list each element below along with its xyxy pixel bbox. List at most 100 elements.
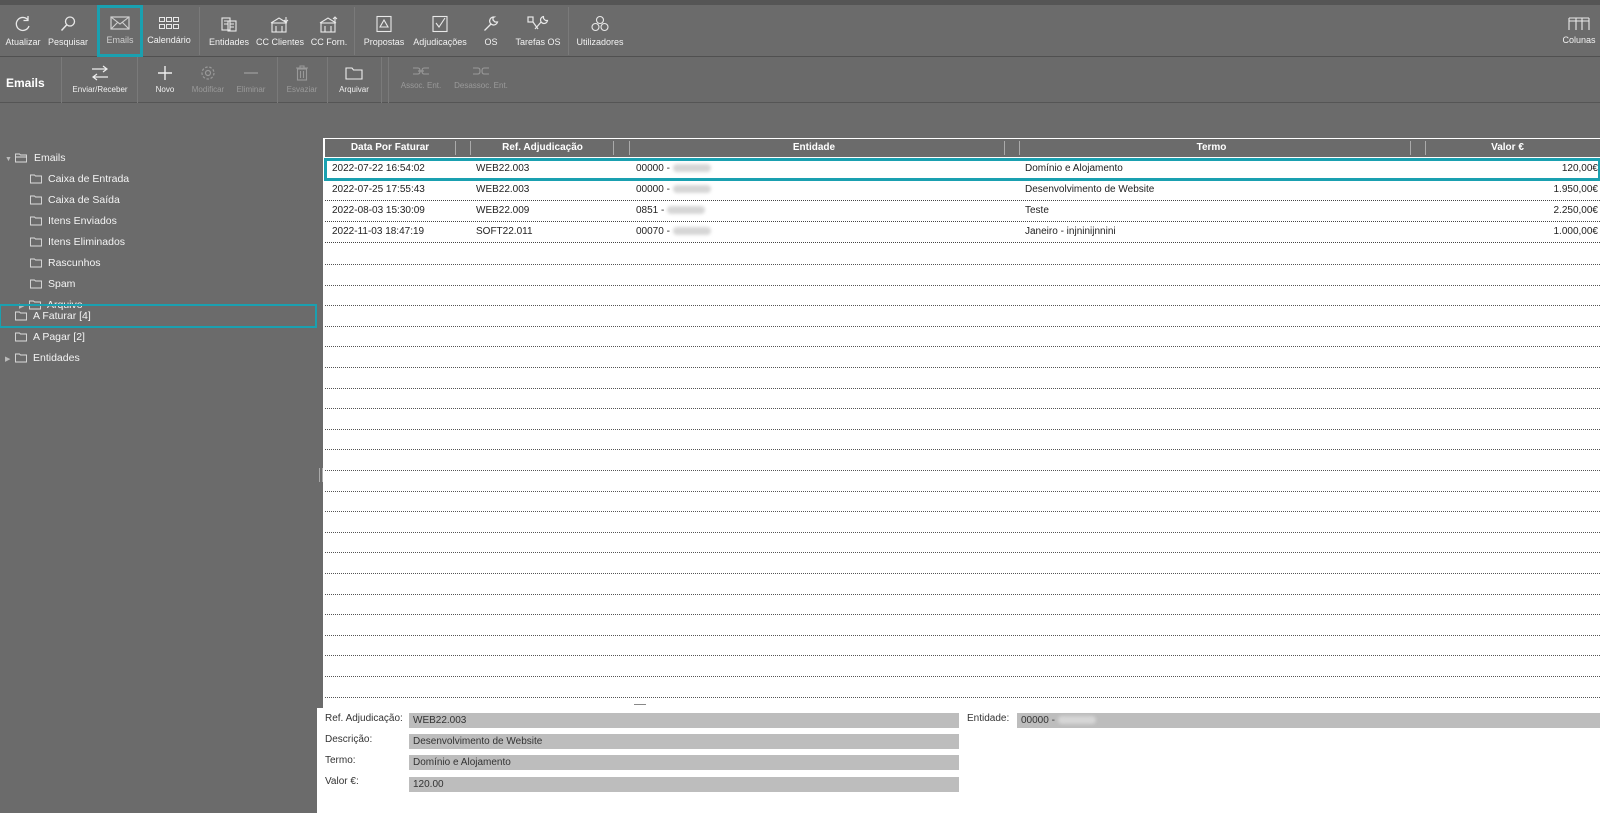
folder-icon [15,332,27,342]
toolbar-cc-suppliers-button[interactable]: CC Forn. [309,5,349,57]
column-header-ref[interactable]: Ref. Adjudicação [470,139,615,157]
entity-field-code: 00000 - [1021,715,1055,726]
column-divider[interactable] [1410,141,1411,155]
toolbar-columns-button[interactable]: Colunas [1561,5,1597,57]
toolbar-adjudications-button[interactable]: Adjudicações [412,5,468,57]
column-header-value[interactable]: Valor € [1425,139,1590,157]
plus-icon [158,66,172,80]
wrench-icon [484,16,499,31]
table-row[interactable]: 2022-07-22 16:54:02 WEB22.003 00000 - Do… [324,158,1600,181]
table-row[interactable]: 2022-11-03 18:47:19 SOFT22.011 00070 - J… [325,222,1600,243]
table-row[interactable]: 2022-08-03 15:30:09 WEB22.009 0851 - Tes… [325,201,1600,222]
tree-item-to-invoice[interactable]: A Faturar [4] [0,304,317,328]
grid-line [325,614,1600,615]
tree-item-emails[interactable]: ▼ Emails [5,148,66,168]
column-header-term[interactable]: Termo [1019,139,1404,157]
toolbar-users-button[interactable]: Utilizadores [576,5,624,57]
column-divider[interactable] [613,141,614,155]
column-header-date[interactable]: Data Por Faturar [325,139,455,157]
grid-line [325,326,1600,327]
tree-item-label: Caixa de Saída [48,194,120,206]
redacted-text [1057,716,1096,725]
toolbar-search-button[interactable]: Pesquisar [46,5,90,57]
toolbar-label: Emails [106,35,134,45]
tree-item-entities[interactable]: ▶ Entidades [5,348,80,368]
toolbar-label: Utilizadores [576,37,624,47]
entities-icon [221,17,237,32]
toolbar-emails-button[interactable]: Emails [97,5,143,57]
description-field[interactable]: Desenvolvimento de Website [409,734,959,749]
toolbar-separator [354,7,355,55]
toolbar-separator [137,57,138,103]
entity-field[interactable]: 00000 - [1017,713,1600,728]
grid-line [325,285,1600,286]
redacted-text [672,227,711,236]
cell-ref: WEB22.003 [476,163,530,174]
detail-form: Ref. Adjudicação: WEB22.003 Entidade: 00… [317,708,1600,813]
toolbar-refresh-button[interactable]: Atualizar [4,5,42,57]
main-toolbar: Atualizar Pesquisar Emails Calendário En… [0,0,1600,57]
section-title: Emails [6,76,45,90]
grid-line [325,367,1600,368]
tree-item-label: Rascunhos [48,257,101,269]
column-divider[interactable] [455,141,456,155]
modify-button[interactable]: Modificar [187,57,229,103]
grid-line [325,552,1600,553]
term-field[interactable]: Domínio e Alojamento [409,755,959,770]
tree-item-deleted[interactable]: Itens Eliminados [30,232,125,252]
double-wrench-icon [527,15,549,30]
grid-line [325,655,1600,656]
archive-button[interactable]: Arquivar [334,57,374,103]
toolbar-proposals-button[interactable]: Propostas [362,5,406,57]
column-header-entity[interactable]: Entidade [629,139,999,157]
toolbar-calendar-button[interactable]: Calendário [145,5,193,57]
chevron-down-icon[interactable]: ▼ [5,150,15,170]
table-row[interactable]: 2022-07-25 17:55:43 WEB22.003 00000 - De… [325,180,1600,201]
tree-item-inbox[interactable]: Caixa de Entrada [30,169,129,189]
toolbar-os-button[interactable]: OS [476,5,506,57]
column-divider[interactable] [1004,141,1005,155]
tree-item-drafts[interactable]: Rascunhos [30,253,101,273]
toolbar-separator [61,57,62,103]
grid-line [325,470,1600,471]
grid-line [325,573,1600,574]
chevron-right-icon[interactable]: ▶ [5,350,15,370]
value-field[interactable]: 120.00 [409,777,959,792]
splitter-grip[interactable] [319,468,323,482]
new-button[interactable]: Novo [148,57,182,103]
minus-icon [244,72,258,74]
cell-entity-code: 00000 - [636,184,670,195]
cell-entity-code: 0851 - [636,205,665,216]
grid-line [325,676,1600,677]
tree-item-to-pay[interactable]: A Pagar [2] [15,327,85,347]
tree-item-spam[interactable]: Spam [30,274,75,294]
toolbar-entities-button[interactable]: Entidades [207,5,251,57]
grid-line [325,532,1600,533]
toolbar-label: Eliminar [236,85,266,94]
disassociate-entity-button[interactable]: Desassoc. Ent. [451,57,511,103]
toolbar-os-tasks-button[interactable]: Tarefas OS [512,5,564,57]
cell-date: 2022-11-03 18:47:19 [332,226,425,237]
folder-icon [30,258,42,268]
send-receive-button[interactable]: Enviar/Receber [68,57,132,103]
tree-item-label: Spam [48,278,76,290]
gear-icon [201,66,215,80]
grid-line [325,346,1600,347]
toolbar-label: Novo [155,85,175,94]
emails-toolbar: Emails Enviar/Receber Novo Modificar Eli… [0,57,1600,103]
toolbar-label: Pesquisar [47,37,89,47]
associate-entity-button[interactable]: Assoc. Ent. [396,57,446,103]
ref-field[interactable]: WEB22.003 [409,713,959,728]
toolbar-separator [277,57,278,103]
tree-item-sent[interactable]: Itens Enviados [30,211,117,231]
folder-icon [15,353,27,363]
cell-date: 2022-08-03 15:30:09 [332,205,425,216]
toolbar-separator [327,57,328,103]
delete-button[interactable]: Eliminar [233,57,269,103]
grid-line [325,408,1600,409]
empty-button[interactable]: Esvaziar [284,57,320,103]
toolbar-cc-clients-button[interactable]: CC Clientes [255,5,305,57]
cell-entity: 0851 - [636,201,706,222]
tree-item-outbox[interactable]: Caixa de Saída [30,190,120,210]
redacted-text [672,185,711,194]
